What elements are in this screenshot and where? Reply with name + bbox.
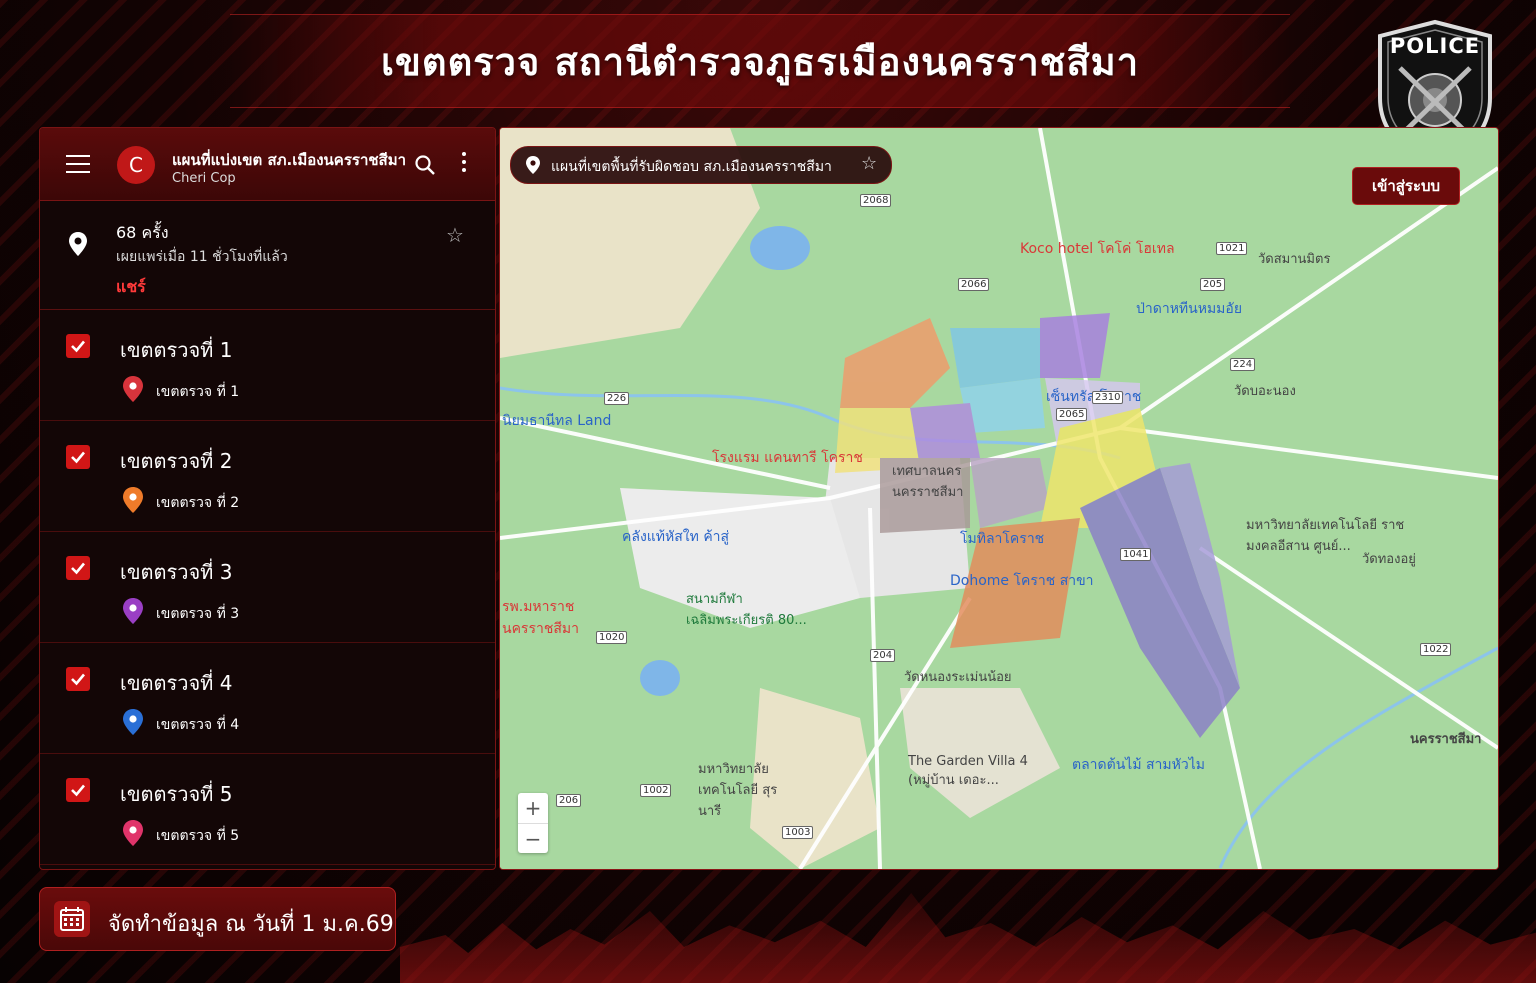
zone-checkbox[interactable] — [66, 334, 90, 358]
zoom-out-button[interactable]: − — [518, 824, 548, 854]
poi-wat-nong[interactable]: วัดหนองระเม่นน้อย — [904, 666, 1012, 687]
zone-title: เขตตรวจที่ 1 — [120, 338, 233, 362]
data-date-text: จัดทำข้อมูล ณ วันที่ 1 ม.ค.69 — [108, 912, 394, 937]
road-number-badge: 2310 — [1092, 391, 1124, 404]
poi-wat-samanmit[interactable]: วัดสมานมิตร — [1258, 248, 1330, 269]
zone-subtitle: เขตตรวจ ที่ 1 — [156, 384, 240, 400]
zone-item[interactable]: เขตตรวจที่ 1 เขตตรวจ ที่ 1 — [40, 310, 495, 421]
road-number-badge: 205 — [1200, 278, 1226, 291]
poi-dohome[interactable]: Dohome โคราช สาขา — [950, 570, 1094, 592]
poi-wat-bua[interactable]: วัดบอะนอง — [1234, 380, 1296, 401]
map-info: 68 ครั้ง เผยแพร่เมื่อ 11 ชั่วโมงที่แล้ว … — [40, 201, 495, 310]
poi-thetsaban[interactable]: เทศบาลนคร นครราชสีมา — [892, 460, 972, 502]
share-link[interactable]: แชร์ — [116, 275, 146, 300]
road-number-badge: 1002 — [640, 784, 672, 797]
zone-checkbox[interactable] — [66, 556, 90, 580]
poi-garden-villa[interactable]: The Garden Villa 4 (หมู่บ้าน เดอะ... — [908, 754, 1028, 790]
poi-centara-hotel[interactable]: โรงแรม แคนทารี โคราช — [712, 447, 863, 469]
checkmark-icon — [71, 562, 85, 575]
poi-thaksin[interactable]: คลังแท้หัสใท ค้าสู่ — [622, 526, 729, 548]
road-number-badge: 226 — [604, 392, 630, 405]
zone-subtitle: เขตตรวจ ที่ 4 — [156, 717, 240, 733]
poi-rajabhat[interactable]: มหาวิทยาลัย เทคโนโลยี สุรนารี — [698, 758, 778, 821]
poi-patha[interactable]: ป่าดาหทีนหมมอัย — [1136, 298, 1242, 320]
zone-item[interactable]: เขตตรวจที่ 4 เขตตรวจ ที่ 4 — [40, 643, 495, 754]
zone-pin-icon — [123, 487, 143, 513]
login-button[interactable]: เข้าสู่ระบบ — [1352, 167, 1460, 205]
zone-subtitle: เขตตรวจ ที่ 5 — [156, 828, 240, 844]
map-author: Cheri Cop — [172, 171, 236, 186]
zone-pin-icon — [123, 820, 143, 846]
road-number-badge: 2068 — [860, 194, 892, 207]
poi-talat[interactable]: ตลาดต้นไม้ สามหัวไม — [1072, 754, 1205, 776]
calendar-icon — [54, 901, 90, 937]
view-count: 68 ครั้ง — [116, 223, 169, 242]
zone-title: เขตตรวจที่ 5 — [120, 782, 233, 806]
map-search-text: แผนที่เขตพื้นที่รับผิดชอบ สภ.เมืองนครราช… — [551, 159, 832, 175]
road-number-badge: 2065 — [1056, 408, 1088, 421]
label-nakhon: นครราชสีมา — [1410, 732, 1482, 747]
road-number-badge: 224 — [1230, 358, 1256, 371]
checkmark-icon — [71, 673, 85, 686]
poi-wat-thong[interactable]: วัดทองอยู่ — [1362, 548, 1416, 569]
menu-icon[interactable] — [66, 155, 90, 173]
location-pin-icon — [69, 232, 87, 256]
zone-pin-icon — [123, 598, 143, 624]
road-number-badge: 206 — [556, 794, 582, 807]
published-time: เผยแพร่เมื่อ 11 ชั่วโมงที่แล้ว — [116, 249, 288, 265]
map-star-icon[interactable]: ☆ — [861, 153, 877, 174]
layer-panel: C แผนที่แบ่งเขต สภ.เมืองนครราชสีมา Cheri… — [39, 127, 496, 870]
map-search-bar[interactable]: แผนที่เขตพื้นที่รับผิดชอบ สภ.เมืองนครราช… — [510, 146, 892, 184]
avatar[interactable]: C — [117, 146, 155, 184]
search-icon[interactable] — [414, 154, 436, 176]
poi-land[interactable]: นิยมธานีทล Land — [502, 410, 611, 432]
badge-label: POLICE — [1389, 34, 1481, 58]
zone-item[interactable]: เขตตรวจที่ 5 เขตตรวจ ที่ 5 — [40, 754, 495, 865]
poi-stadium[interactable]: สนามกีฬา เฉลิมพระเกียรติ 80... — [686, 588, 816, 630]
road-number-badge: 204 — [870, 649, 896, 662]
map-view[interactable]: Koco hotel โคโค่ โฮเทล วัดสมานมิตร ป่าดา… — [499, 127, 1499, 870]
star-icon[interactable]: ☆ — [446, 223, 464, 247]
zone-checkbox[interactable] — [66, 778, 90, 802]
zone-subtitle: เขตตรวจ ที่ 2 — [156, 495, 240, 511]
zoom-control: + − — [518, 793, 548, 853]
title-banner: เขตตรวจ สถานีตำรวจภูธรเมืองนครราชสีมา — [230, 14, 1290, 108]
zone-item[interactable]: เขตตรวจที่ 3 เขตตรวจ ที่ 3 — [40, 532, 495, 643]
zone-checkbox[interactable] — [66, 445, 90, 469]
panel-header: C แผนที่แบ่งเขต สภ.เมืองนครราชสีมา Cheri… — [40, 128, 495, 201]
zone-subtitle: เขตตรวจ ที่ 3 — [156, 606, 240, 622]
zoom-in-button[interactable]: + — [518, 793, 548, 824]
poi-koco-hotel[interactable]: Koco hotel โคโค่ โฮเทล — [1020, 238, 1175, 260]
road-number-badge: 2066 — [958, 278, 990, 291]
checkmark-icon — [71, 340, 85, 353]
road-number-badge: 1003 — [782, 826, 814, 839]
page-title: เขตตรวจ สถานีตำรวจภูธรเมืองนครราชสีมา — [380, 39, 1140, 84]
road-number-badge: 1020 — [596, 631, 628, 644]
checkmark-icon — [71, 784, 85, 797]
checkmark-icon — [71, 451, 85, 464]
more-options-icon[interactable] — [460, 152, 468, 176]
data-date-pill: จัดทำข้อมูล ณ วันที่ 1 ม.ค.69 — [39, 887, 396, 951]
zone-pin-icon — [123, 709, 143, 735]
zone-checkbox[interactable] — [66, 667, 90, 691]
road-number-badge: 1021 — [1216, 242, 1248, 255]
road-number-badge: 1022 — [1420, 643, 1452, 656]
poi-motor[interactable]: โมทิลาโคราช — [960, 528, 1044, 550]
map-pin-icon — [526, 156, 540, 174]
zone-title: เขตตรวจที่ 2 — [120, 449, 233, 473]
zone-title: เขตตรวจที่ 4 — [120, 671, 233, 695]
zone-title: เขตตรวจที่ 3 — [120, 560, 233, 584]
zone-pin-icon — [123, 376, 143, 402]
zone-item[interactable]: เขตตรวจที่ 2 เขตตรวจ ที่ 2 — [40, 421, 495, 532]
road-number-badge: 1041 — [1120, 548, 1152, 561]
map-title: แผนที่แบ่งเขต สภ.เมืองนครราชสีมา — [172, 151, 407, 169]
poi-hospital[interactable]: รพ.มหาราช นครราชสีมา — [502, 596, 579, 640]
